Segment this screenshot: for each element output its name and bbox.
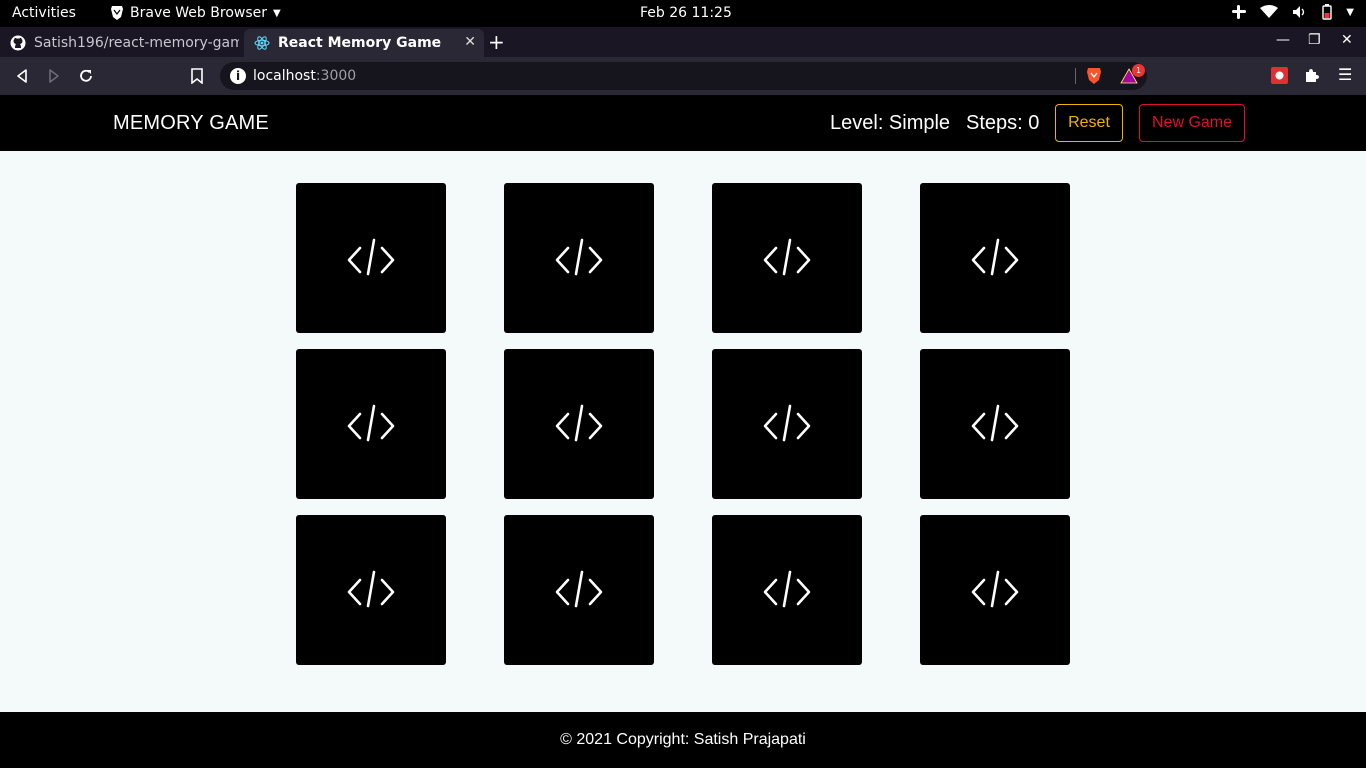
bookmark-icon <box>191 68 203 84</box>
code-icon <box>971 404 1019 442</box>
slack-icon[interactable] <box>1232 5 1247 19</box>
code-icon <box>347 570 395 608</box>
app-header: MEMORY GAME Level: Simple Steps: 0 Reset… <box>0 95 1366 151</box>
back-button[interactable] <box>12 66 32 86</box>
code-icon <box>971 238 1019 276</box>
code-icon <box>763 570 811 608</box>
url-host: localhost <box>253 68 316 84</box>
power-menu-chevron-icon[interactable]: ▼ <box>1346 7 1354 18</box>
memory-card[interactable] <box>296 183 446 333</box>
chevron-down-icon: ▼ <box>273 7 281 19</box>
memory-card[interactable] <box>920 515 1070 665</box>
url-text: localhost:3000 <box>253 68 356 84</box>
copyright-text: © 2021 Copyright: Satish Prajapati <box>560 731 806 748</box>
code-icon <box>555 238 603 276</box>
back-arrow-icon <box>17 69 27 83</box>
code-icon <box>555 404 603 442</box>
memory-card[interactable] <box>920 183 1070 333</box>
memory-card[interactable] <box>296 515 446 665</box>
app-menu-label: Brave Web Browser <box>130 5 267 21</box>
tab-strip: Satish196/react-memory-gam React Memory … <box>0 27 1366 57</box>
brave-shields-icon[interactable] <box>1086 67 1102 85</box>
memory-card[interactable] <box>504 183 654 333</box>
code-icon <box>763 404 811 442</box>
address-bar[interactable]: i localhost:3000 1 <box>220 62 1147 90</box>
forward-button[interactable] <box>44 66 64 86</box>
bookmark-button[interactable] <box>187 66 207 86</box>
minimize-icon[interactable]: — <box>1276 32 1290 48</box>
footer: © 2021 Copyright: Satish Prajapati <box>0 712 1366 768</box>
forward-arrow-icon <box>49 69 59 83</box>
site-info-icon[interactable]: i <box>230 68 246 84</box>
github-icon <box>10 35 26 51</box>
browser-menu-icon[interactable]: ☰ <box>1338 65 1352 84</box>
restore-icon[interactable]: ❐ <box>1308 32 1321 48</box>
code-icon <box>347 404 395 442</box>
extension-icon[interactable] <box>1271 67 1288 84</box>
tab-label: Satish196/react-memory-gam <box>34 35 239 51</box>
memory-card[interactable] <box>712 183 862 333</box>
activities-button[interactable]: Activities <box>12 5 76 21</box>
memory-card[interactable] <box>920 349 1070 499</box>
battery-icon[interactable] <box>1322 4 1332 20</box>
volume-icon[interactable] <box>1292 5 1308 19</box>
code-icon <box>763 238 811 276</box>
code-icon <box>347 238 395 276</box>
url-separator <box>1075 68 1076 84</box>
memory-card[interactable] <box>712 349 862 499</box>
reload-icon <box>80 69 92 82</box>
browser-toolbar: i localhost:3000 1 ☰ <box>0 57 1366 95</box>
memory-card[interactable] <box>504 515 654 665</box>
tab-github[interactable]: Satish196/react-memory-gam <box>0 29 240 57</box>
rewards-badge: 1 <box>1132 64 1145 77</box>
tab-react-memory-game[interactable]: React Memory Game ✕ <box>244 29 484 57</box>
app-menu[interactable]: Brave Web Browser ▼ <box>110 5 281 21</box>
wifi-icon[interactable] <box>1260 5 1279 19</box>
system-top-bar: Activities Brave Web Browser ▼ Feb 26 11… <box>0 0 1366 27</box>
level-indicator: Level: Simple <box>830 112 951 134</box>
reload-button[interactable] <box>76 66 96 86</box>
close-window-icon[interactable]: ✕ <box>1341 32 1353 48</box>
clock[interactable]: Feb 26 11:25 <box>640 5 732 21</box>
tab-close-icon[interactable]: ✕ <box>464 34 476 50</box>
code-icon <box>555 570 603 608</box>
react-icon <box>254 35 270 51</box>
brave-lion-icon <box>111 6 123 20</box>
tab-label: React Memory Game <box>278 35 442 51</box>
reset-button[interactable]: Reset <box>1055 104 1123 142</box>
code-icon <box>971 570 1019 608</box>
card-grid <box>296 183 1070 665</box>
new-tab-button[interactable]: + <box>488 30 505 54</box>
new-game-button[interactable]: New Game <box>1139 104 1245 142</box>
memory-card[interactable] <box>712 515 862 665</box>
app-title: MEMORY GAME <box>113 112 269 134</box>
memory-card[interactable] <box>296 349 446 499</box>
steps-counter: Steps: 0 <box>966 112 1040 134</box>
memory-card[interactable] <box>504 349 654 499</box>
url-port: :3000 <box>315 68 357 84</box>
system-tray[interactable]: ▼ <box>1232 4 1354 20</box>
extensions-puzzle-icon[interactable] <box>1304 67 1320 83</box>
